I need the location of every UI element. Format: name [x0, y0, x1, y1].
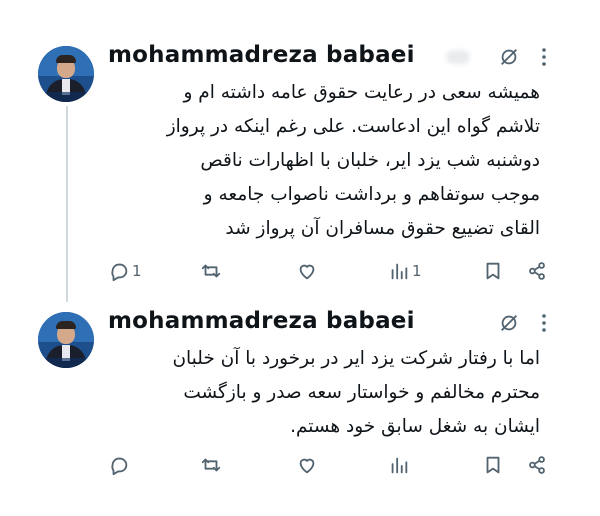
like-icon — [299, 264, 315, 280]
reply-button[interactable]: 1 — [108, 256, 142, 286]
retweet-button[interactable] — [200, 256, 222, 286]
tweet-text: همیشه سعی در رعایت حقوق عامه داشته ام و … — [166, 82, 540, 239]
reply-icon — [111, 263, 128, 282]
retweet-icon — [201, 264, 221, 278]
views-button[interactable] — [388, 450, 412, 480]
reply-count: 1 — [132, 262, 142, 280]
like-button[interactable] — [296, 450, 318, 480]
views-button[interactable]: 1 — [388, 256, 422, 286]
bookmark-button[interactable] — [482, 256, 504, 286]
views-icon — [391, 263, 408, 280]
retweet-icon — [201, 458, 221, 472]
like-button[interactable] — [296, 256, 318, 286]
share-icon — [529, 262, 545, 280]
grok-icon[interactable] — [498, 312, 520, 334]
views-icon — [391, 457, 408, 474]
share-button[interactable] — [526, 450, 548, 480]
like-icon — [299, 458, 315, 474]
bookmark-button[interactable] — [482, 450, 504, 480]
reply-button[interactable] — [108, 450, 132, 480]
share-button[interactable] — [526, 256, 548, 286]
tweet-text: اما با رفتار شرکت یزد ایر در برخورد با آ… — [172, 348, 540, 437]
share-icon — [529, 456, 545, 474]
action-bar — [100, 450, 560, 480]
more-icon[interactable] — [540, 312, 548, 334]
author-name[interactable]: mohammadreza babaei — [108, 42, 415, 68]
grok-icon[interactable] — [498, 46, 520, 68]
action-bar: 1 1 — [100, 256, 560, 286]
bookmark-icon — [486, 262, 500, 280]
thread-connector-line — [66, 106, 68, 302]
author-name[interactable]: mohammadreza babaei — [108, 308, 415, 334]
reply-icon — [111, 457, 128, 476]
view-count: 1 — [412, 262, 422, 280]
retweet-button[interactable] — [200, 450, 222, 480]
more-icon[interactable] — [540, 46, 548, 68]
bookmark-icon — [486, 456, 500, 474]
redacted-handle — [446, 50, 470, 64]
